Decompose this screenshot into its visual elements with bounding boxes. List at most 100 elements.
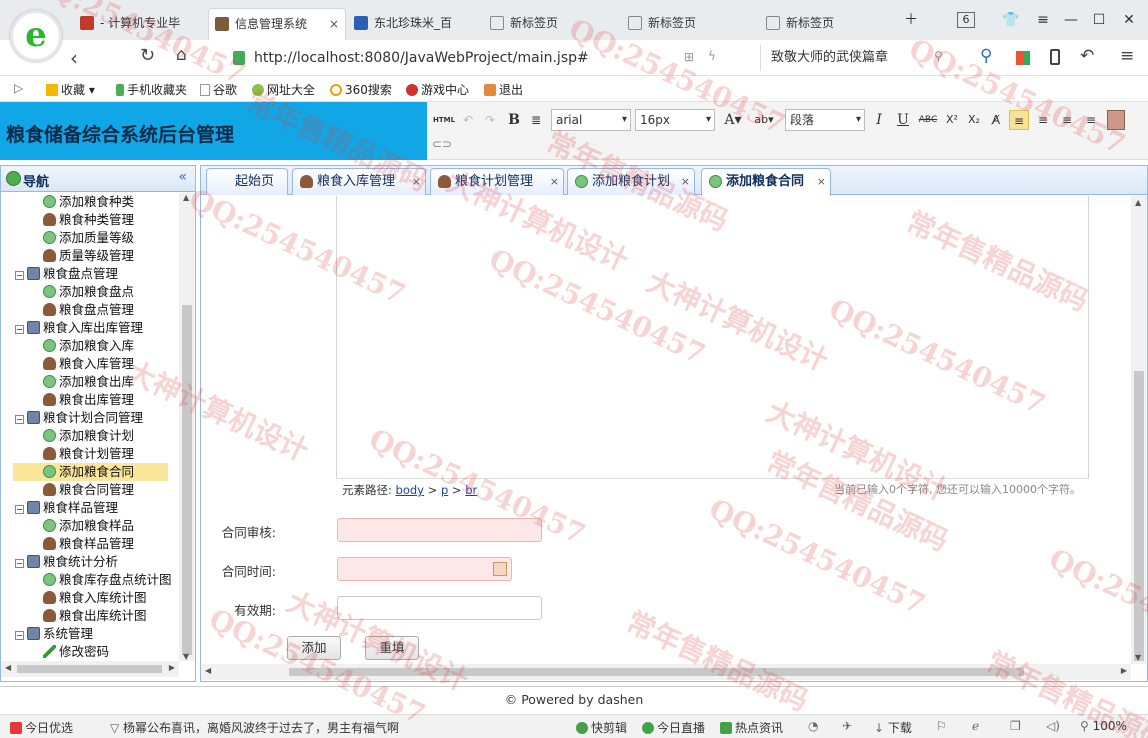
- speed-icon[interactable]: ◔: [808, 719, 818, 733]
- collapse-toggle-icon[interactable]: −: [15, 325, 24, 334]
- tab-grain-plan-manage[interactable]: 粮食计划管理 ×: [430, 168, 564, 195]
- bookmark-mobile[interactable]: 手机收藏夹: [116, 81, 187, 98]
- bookmark-360[interactable]: 360搜索: [330, 81, 392, 98]
- tab-grain-in-manage[interactable]: 粮食入库管理 ×: [292, 168, 426, 195]
- italic-button[interactable]: I: [871, 110, 887, 130]
- align-right-icon[interactable]: ≡: [1033, 110, 1053, 130]
- nav-item[interactable]: 质量等级管理: [43, 247, 134, 265]
- ie-icon[interactable]: ℯ: [972, 719, 979, 733]
- new-tab-button[interactable]: ＋: [900, 10, 922, 30]
- underline-button[interactable]: U: [895, 110, 911, 130]
- url-input[interactable]: http://localhost:8080/JavaWebProject/mai…: [254, 45, 774, 71]
- nav-group[interactable]: − 系统管理: [15, 625, 93, 643]
- undo-icon[interactable]: ↶: [459, 110, 477, 130]
- undo-icon[interactable]: ↶: [1080, 46, 1094, 66]
- refresh-icon[interactable]: ↻: [140, 45, 155, 66]
- sidebar-toggle-icon[interactable]: ▷: [14, 81, 23, 95]
- status-news[interactable]: ▽ 杨幂公布喜讯，离婚风波终于过去了，男主有福气啊: [110, 719, 399, 736]
- apps-icon[interactable]: [1016, 51, 1030, 65]
- window-icon[interactable]: ❐: [1010, 719, 1021, 733]
- tab-count-badge[interactable]: 6: [957, 12, 975, 28]
- nav-group[interactable]: − 粮食盘点管理: [15, 265, 118, 283]
- subscript-button[interactable]: X₂: [965, 110, 983, 130]
- collapse-icon[interactable]: «: [178, 169, 187, 185]
- status-hot[interactable]: 热点资讯: [720, 719, 783, 736]
- bookmark-google[interactable]: 谷歌: [200, 81, 237, 98]
- nav-horizontal-scrollbar[interactable]: ◀ ▶: [1, 661, 179, 677]
- status-live[interactable]: 今日直播: [642, 719, 705, 736]
- nav-item[interactable]: 添加粮食盘点: [43, 283, 134, 301]
- tab-add-grain-plan[interactable]: 添加粮食计划 ×: [567, 168, 695, 195]
- paragraph-select[interactable]: 段落: [785, 109, 865, 131]
- browser-tab-6[interactable]: 新标签页: [760, 8, 890, 40]
- content-horizontal-scrollbar[interactable]: ◀ ▶: [201, 664, 1131, 680]
- close-icon[interactable]: ×: [412, 169, 421, 194]
- path-link-body[interactable]: body: [396, 483, 424, 497]
- contract-time-input[interactable]: [337, 557, 512, 581]
- nav-item[interactable]: 粮食种类管理: [43, 211, 134, 229]
- close-icon[interactable]: ×: [550, 169, 559, 194]
- content-vertical-scrollbar[interactable]: ▲ ▼: [1131, 196, 1147, 664]
- nav-item[interactable]: 添加粮食计划: [43, 427, 134, 445]
- tool-icon[interactable]: ✈: [842, 719, 852, 733]
- close-window-button[interactable]: ✕: [1118, 10, 1140, 30]
- html-button[interactable]: HTML: [431, 110, 457, 130]
- reset-button[interactable]: 重填: [365, 636, 419, 660]
- nav-group[interactable]: − 粮食统计分析: [15, 553, 118, 571]
- nav-item[interactable]: 添加粮食种类: [43, 193, 134, 211]
- bookmark-favorites[interactable]: 收藏 ▾: [46, 81, 95, 98]
- home-icon[interactable]: ⌂: [176, 45, 187, 65]
- align-justify-icon[interactable]: ≡: [1081, 110, 1101, 130]
- link-icon[interactable]: ⊂⊃: [431, 134, 453, 154]
- menu-icon[interactable]: ≡: [1032, 10, 1054, 30]
- nav-group[interactable]: − 粮食入库出库管理: [15, 319, 143, 337]
- menu-icon[interactable]: ≡: [1120, 46, 1134, 66]
- nav-item[interactable]: 粮食合同管理: [43, 481, 134, 499]
- font-color-icon[interactable]: A▾: [721, 110, 745, 130]
- bookmark-hao[interactable]: 网址大全: [252, 81, 315, 98]
- scroll-thumb[interactable]: [1134, 371, 1144, 661]
- nav-item[interactable]: 粮食样品管理: [43, 535, 134, 553]
- scroll-thumb[interactable]: [289, 668, 1024, 676]
- status-quickcut[interactable]: 快剪辑: [576, 719, 627, 736]
- status-deals[interactable]: 今日优选: [10, 719, 73, 736]
- scroll-thumb[interactable]: [17, 665, 162, 673]
- zoom-level[interactable]: ⚲ 100%: [1080, 719, 1127, 733]
- minimize-button[interactable]: —: [1060, 10, 1082, 30]
- collapse-toggle-icon[interactable]: −: [15, 631, 24, 640]
- flag-icon[interactable]: ⚐: [936, 719, 947, 733]
- browser-tab-5[interactable]: 新标签页: [622, 8, 752, 40]
- tab-add-grain-contract[interactable]: 添加粮食合同 ×: [701, 168, 831, 196]
- calendar-icon[interactable]: [493, 562, 507, 576]
- nav-item[interactable]: 添加粮食样品: [43, 517, 134, 535]
- add-button[interactable]: 添加: [287, 636, 341, 660]
- highlight-icon[interactable]: ab▾: [751, 110, 777, 130]
- path-link-p[interactable]: p: [441, 483, 448, 497]
- close-icon[interactable]: ×: [817, 169, 826, 194]
- nav-item[interactable]: 粮食出库统计图: [43, 607, 147, 625]
- nav-item[interactable]: 添加质量等级: [43, 229, 134, 247]
- collapse-toggle-icon[interactable]: −: [15, 559, 24, 568]
- strikethrough-button[interactable]: ABC: [917, 110, 939, 130]
- browser-tab-3[interactable]: 东北珍珠米_百: [348, 8, 478, 40]
- image-icon[interactable]: [1107, 110, 1125, 130]
- nav-item[interactable]: 粮食入库统计图: [43, 589, 147, 607]
- superscript-button[interactable]: X²: [943, 110, 961, 130]
- nav-item[interactable]: 添加粮食合同: [13, 463, 168, 481]
- bold-button[interactable]: B: [505, 110, 523, 130]
- browser-tab-4[interactable]: 新标签页: [484, 8, 614, 40]
- browser-tab-1[interactable]: - 计算机专业毕: [74, 8, 206, 40]
- close-icon[interactable]: ×: [681, 169, 690, 194]
- search-input[interactable]: 致敬大师的武侠篇章: [760, 45, 960, 71]
- format-icon[interactable]: ≣: [527, 110, 545, 130]
- status-download[interactable]: ↓ 下载: [874, 719, 912, 736]
- tab-home[interactable]: 起始页: [206, 168, 288, 195]
- font-family-select[interactable]: arial: [551, 109, 631, 131]
- nav-group[interactable]: − 粮食样品管理: [15, 499, 118, 517]
- bookmark-games[interactable]: 游戏中心: [406, 81, 469, 98]
- volume-icon[interactable]: ◁): [1046, 719, 1060, 733]
- font-size-select[interactable]: 16px: [635, 109, 715, 131]
- bookmark-exit[interactable]: 退出: [484, 81, 523, 98]
- search-icon[interactable]: ⚲: [934, 49, 943, 63]
- nav-item[interactable]: 粮食出库管理: [43, 391, 134, 409]
